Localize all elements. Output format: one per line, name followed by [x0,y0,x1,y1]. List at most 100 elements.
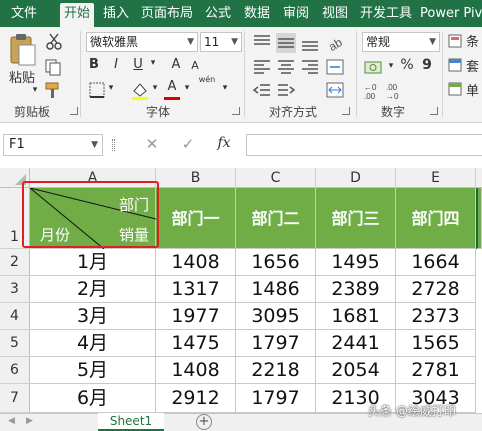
wrap-merge-icons[interactable] [326,59,346,99]
row-header-7[interactable]: 7 [0,384,30,413]
month-cell[interactable]: 2月 [30,276,156,303]
comma-style-button[interactable]: 9 [420,57,434,73]
column-header-c[interactable]: C [236,168,316,188]
chevron-down-icon[interactable]: ▾ [150,83,160,93]
format-table-button[interactable]: 套 [466,56,482,75]
font-shrink-button[interactable]: A [188,59,202,72]
cell-styles-button[interactable]: 单 [466,80,482,99]
row-header-6[interactable]: 6 [0,357,30,384]
orientation-icon[interactable]: ab [326,33,346,53]
sales-cell[interactable]: 2218 [236,357,316,384]
sales-cell[interactable]: 1656 [236,249,316,276]
copy-icon[interactable] [44,58,62,76]
column-header-e[interactable]: E [396,168,476,188]
sheet-tab-sheet1[interactable]: Sheet1 [98,413,164,431]
sales-cell[interactable]: 2389 [316,276,396,303]
formula-bar-grip[interactable] [112,139,115,151]
row-header-5[interactable]: 5 [0,330,30,357]
sales-cell[interactable]: 1977 [156,303,236,330]
sales-cell[interactable]: 1797 [236,384,316,413]
department-header-cell[interactable]: 部门一 [156,188,236,249]
conditional-format-button[interactable]: 条 [466,31,482,50]
chevron-down-icon[interactable]: ▾ [106,83,116,93]
month-cell[interactable]: 3月 [30,303,156,330]
row-header-3[interactable]: 3 [0,276,30,303]
department-header-cell[interactable]: 部门四 [396,188,476,249]
tab-formulas[interactable]: 公式 [201,0,235,27]
font-color-button[interactable]: A [164,79,180,100]
chevron-down-icon[interactable]: ▾ [220,83,230,93]
sales-cell[interactable]: 2728 [396,276,476,303]
chevron-down-icon[interactable]: ▾ [148,58,158,68]
border-icon[interactable] [88,81,106,99]
tab-power-pivot[interactable]: Power Piv [420,0,482,27]
sheet-scroll-right-icon[interactable]: ▶ [26,416,33,426]
column-header-d[interactable]: D [316,168,396,188]
name-box[interactable]: F1 ▼ [3,134,103,156]
tab-review[interactable]: 审阅 [279,0,313,27]
enter-button[interactable]: ✓ [178,135,198,153]
department-header-cell[interactable]: 部门三 [316,188,396,249]
formula-input[interactable] [246,134,482,156]
month-cell[interactable]: 1月 [30,249,156,276]
cancel-button[interactable]: ✕ [142,135,162,153]
sales-cell[interactable]: 2781 [396,357,476,384]
row-header-4[interactable]: 4 [0,303,30,330]
sales-cell[interactable]: 2441 [316,330,396,357]
department-header-cell[interactable]: 部门二 [236,188,316,249]
sales-cell[interactable]: 1408 [156,249,236,276]
paste-icon[interactable] [7,33,37,67]
month-cell[interactable]: 6月 [30,384,156,413]
month-cell[interactable]: 4月 [30,330,156,357]
decimal-icons[interactable]: ←0 .00 .00 →0 [364,82,434,100]
bold-button[interactable]: B [86,57,102,72]
month-cell[interactable]: 5月 [30,357,156,384]
chevron-down-icon[interactable]: ▾ [182,83,192,93]
sales-cell[interactable]: 1664 [396,249,476,276]
format-painter-icon[interactable] [44,81,62,99]
sales-cell[interactable]: 2912 [156,384,236,413]
vertical-align-icons[interactable] [252,33,328,53]
cut-icon[interactable] [45,33,63,51]
font-grow-button[interactable]: A [168,57,184,72]
sales-cell[interactable]: 1486 [236,276,316,303]
styles-icons[interactable] [448,33,464,97]
currency-icon[interactable] [364,59,386,77]
tab-data[interactable]: 数据 [240,0,274,27]
chevron-down-icon[interactable]: ▾ [386,61,396,71]
clipboard-launcher-icon[interactable] [70,107,78,115]
tab-page-layout[interactable]: 页面布局 [138,0,196,27]
sheet-scroll-left-icon[interactable]: ◀ [8,416,15,426]
tab-view[interactable]: 视图 [318,0,352,27]
sales-cell[interactable]: 1495 [316,249,396,276]
font-size-combo[interactable]: 11 ▼ [200,32,242,52]
sales-cell[interactable]: 1317 [156,276,236,303]
row-header-2[interactable]: 2 [0,249,30,276]
font-name-combo[interactable]: 微软雅黑 ▼ [86,32,198,52]
tab-home[interactable]: 开始 [60,3,94,27]
underline-button[interactable]: U [130,57,146,72]
fill-color-icon[interactable] [130,81,150,101]
number-format-combo[interactable]: 常规 ▼ [362,32,440,52]
column-header-b[interactable]: B [156,168,236,188]
percent-button[interactable]: % [398,57,416,73]
alignment-launcher-icon[interactable] [342,107,350,115]
sales-cell[interactable]: 1408 [156,357,236,384]
font-launcher-icon[interactable] [232,107,240,115]
sales-cell[interactable]: 1797 [236,330,316,357]
sales-cell[interactable]: 1565 [396,330,476,357]
sales-cell[interactable]: 2373 [396,303,476,330]
italic-button[interactable]: I [108,57,124,72]
insert-function-button[interactable]: fx [214,135,234,151]
sales-cell[interactable]: 1475 [156,330,236,357]
sales-cell[interactable]: 1681 [316,303,396,330]
column-header-f[interactable] [476,168,482,188]
sales-cell[interactable]: 3095 [236,303,316,330]
chevron-down-icon[interactable]: ▾ [30,85,40,95]
tab-file[interactable]: 文件 [4,0,44,27]
tab-insert[interactable]: 插入 [99,0,133,27]
sales-cell[interactable]: 2054 [316,357,396,384]
phonetic-button[interactable]: wén [196,75,218,84]
add-sheet-button[interactable]: + [196,414,212,430]
paste-button[interactable]: 粘贴 [4,67,40,86]
